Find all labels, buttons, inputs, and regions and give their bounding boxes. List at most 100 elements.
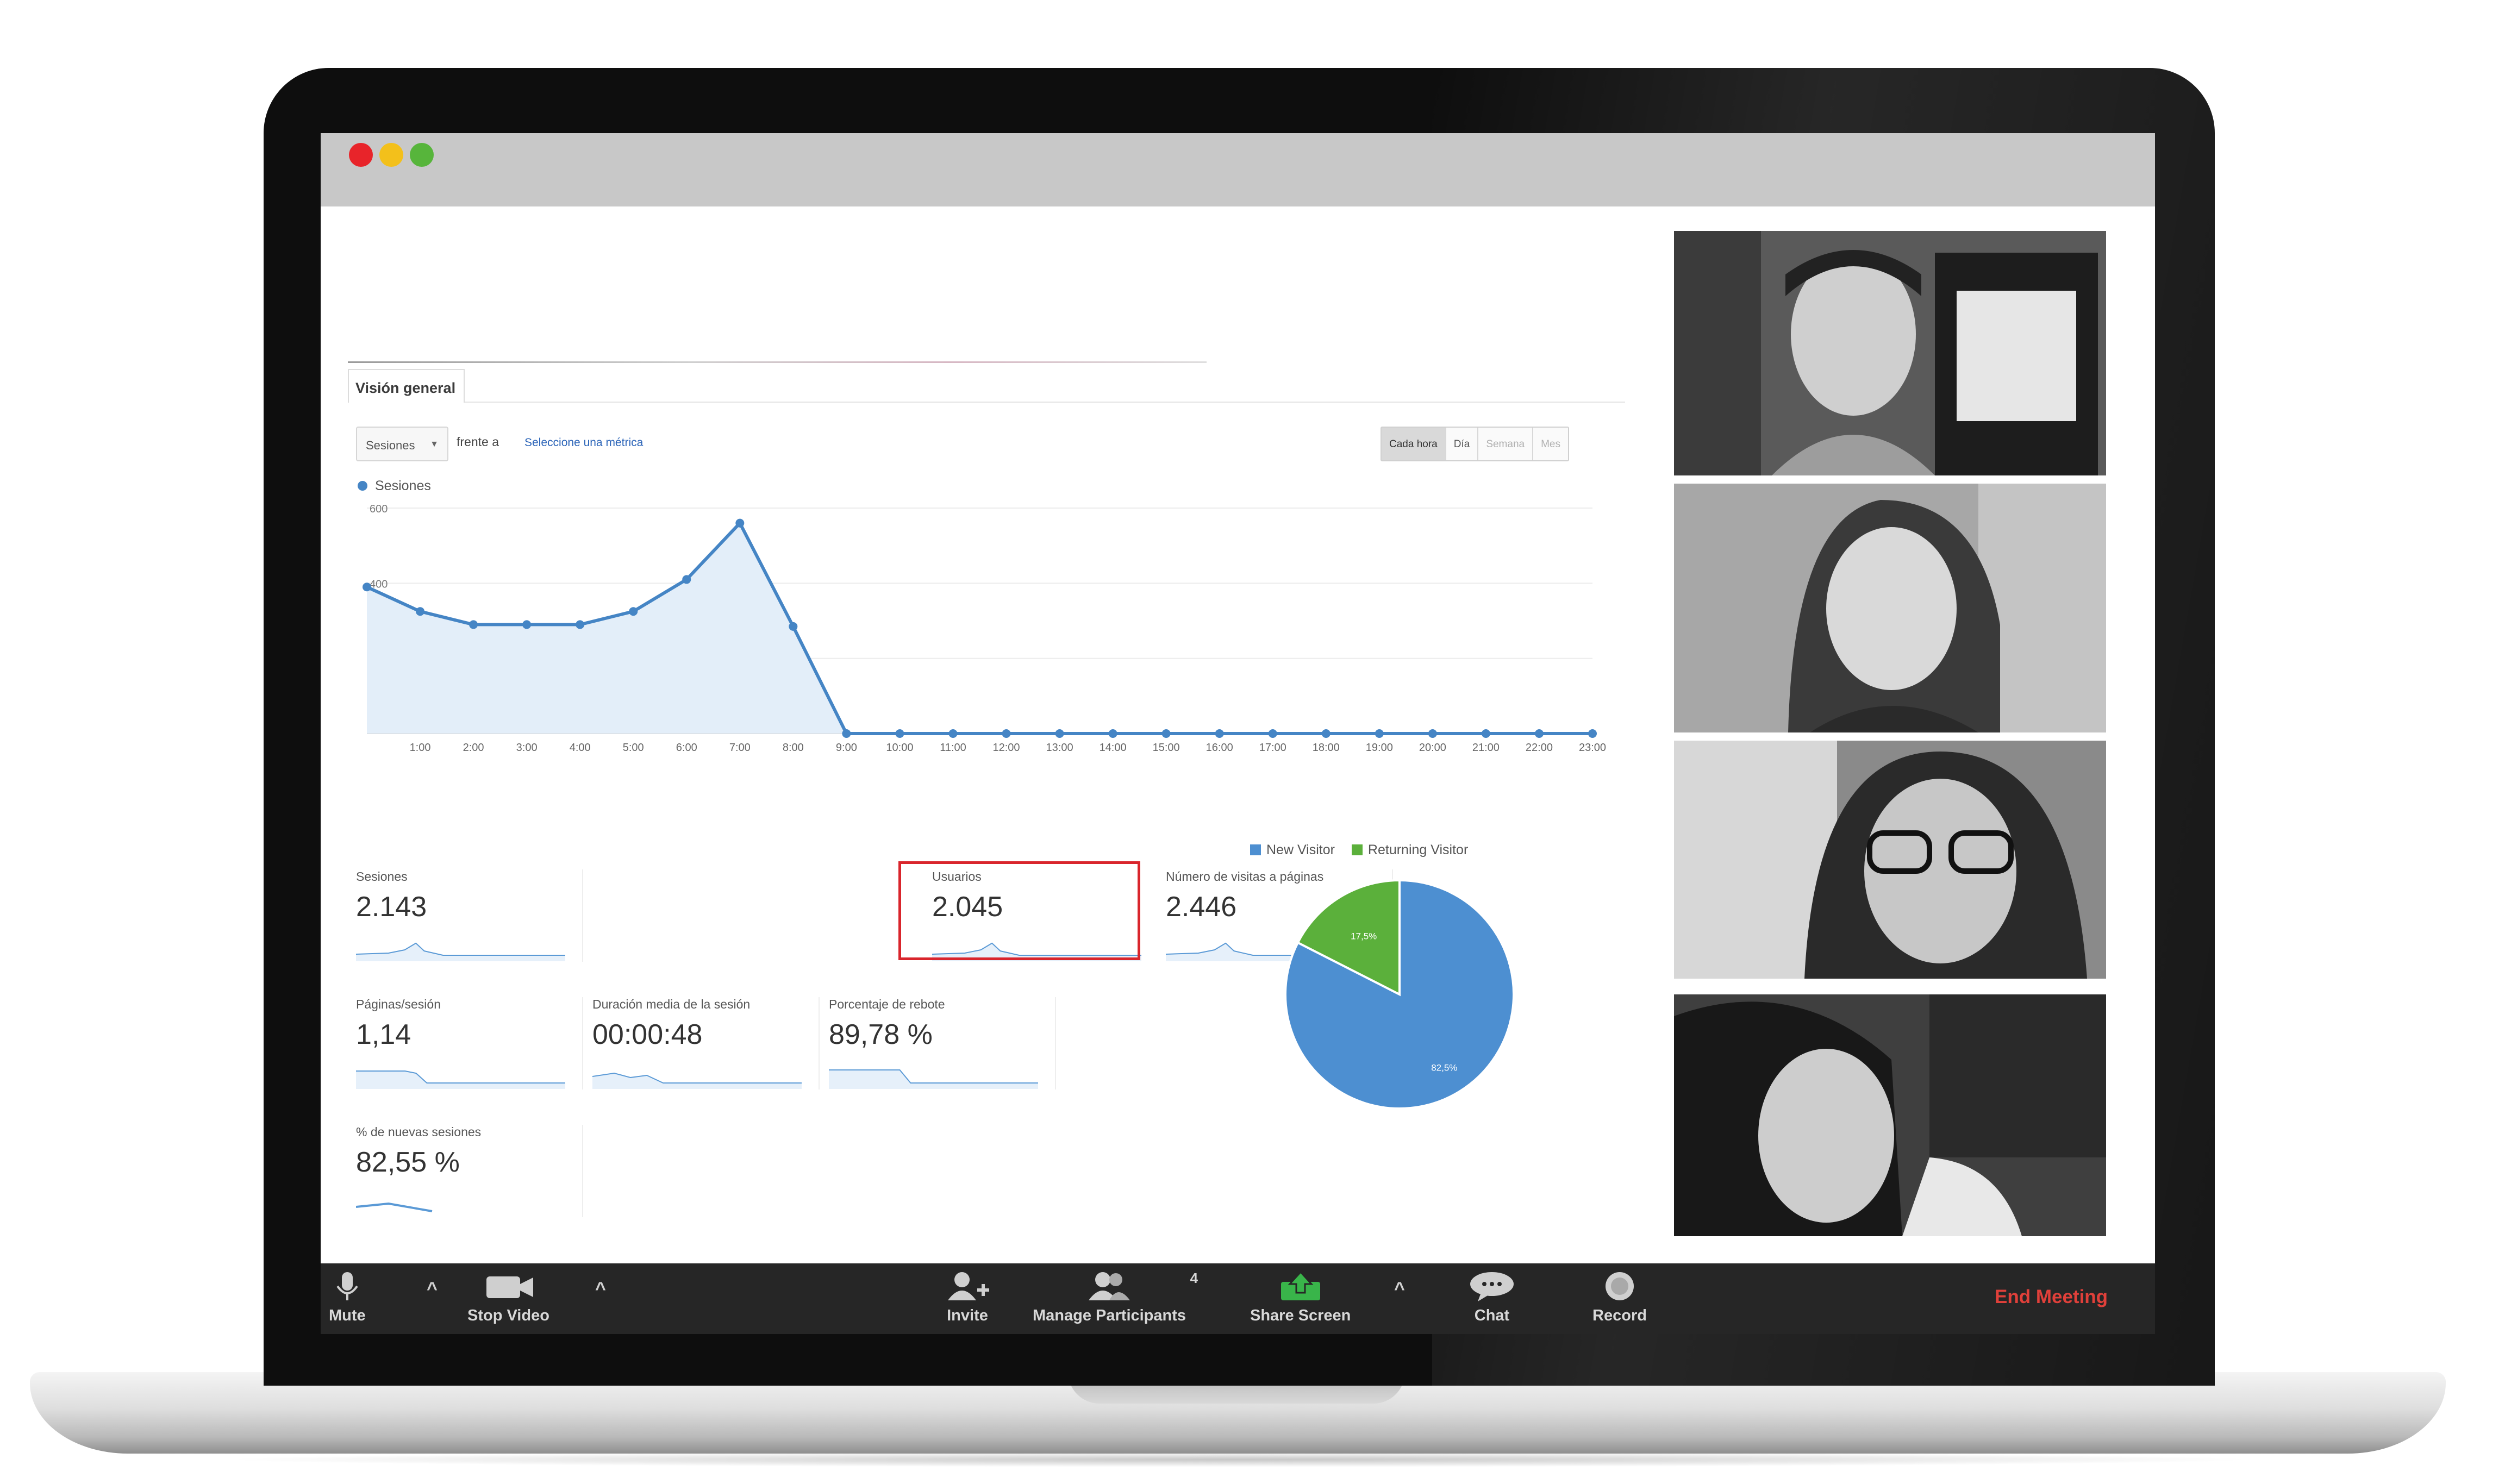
card-separator [582,869,583,962]
x-tick-label: 17:00 [1259,742,1286,754]
participant-video-tile-3[interactable] [1674,741,2106,979]
metric-select-value: Sesiones [366,439,415,452]
x-tick-label: 15:00 [1153,742,1180,754]
data-point [1161,729,1171,738]
data-point [1321,729,1331,738]
video-options-caret-icon[interactable]: ^ [595,1279,606,1300]
microphone-icon [336,1272,358,1300]
sessions-line-chart: 6004002001:002:003:004:005:006:007:008:0… [363,503,1606,754]
series-legend: Sesiones [358,478,431,494]
x-tick-label: 4:00 [570,742,591,754]
data-point [629,607,638,616]
participant-video-tile-4[interactable] [1674,994,2106,1236]
x-tick-label: 5:00 [623,742,644,754]
tab-vision-general[interactable]: Visión general [348,369,465,403]
data-point [1428,729,1437,738]
stop-video-label: Stop Video [467,1307,549,1324]
invite-label: Invite [947,1307,988,1324]
participant-video-tile-1[interactable] [1674,231,2106,475]
participant-video-tile-2[interactable] [1674,484,2106,732]
data-point [1268,729,1277,738]
share-screen-button[interactable]: Share Screen [1250,1270,1351,1325]
data-point [1534,729,1544,738]
share-options-caret-icon[interactable]: ^ [1394,1279,1405,1300]
x-tick-label: 22:00 [1526,742,1553,754]
x-tick-label: 6:00 [676,742,697,754]
select-metric-link[interactable]: Seleccione una métrica [524,436,643,449]
data-point [1375,729,1384,738]
laptop-shadow [217,1452,2261,1467]
shared-analytics-report: Visión general Sesiones ▼ frente a Selec… [348,361,1625,1217]
x-tick-label: 10:00 [886,742,913,754]
participant-avatar-icon [1674,741,2106,979]
maximize-window-button[interactable] [410,143,434,167]
card-label: Páginas/sesión [356,997,441,1011]
stop-video-button[interactable]: Stop Video [467,1270,549,1325]
close-window-button[interactable] [349,143,373,167]
card-nuevas-sesiones[interactable]: % de nuevas sesiones 82,55 % [356,1125,583,1220]
data-point [789,622,798,631]
data-point [1108,729,1117,738]
sparkline [592,1072,802,1089]
window-titlebar [321,133,2155,206]
toggle-day[interactable]: Día [1445,428,1478,460]
minimize-window-button[interactable] [379,143,403,167]
participant-count-badge: 4 [1190,1270,1198,1286]
chat-button[interactable]: Chat [1465,1270,1519,1325]
invite-user-icon [948,1272,989,1300]
data-point [363,583,371,592]
card-paginas-sesion[interactable]: Páginas/sesión 1,14 [356,997,583,1092]
x-tick-label: 11:00 [940,742,966,754]
sessions-area [367,523,1592,734]
participants-icon [1089,1272,1130,1300]
toggle-month[interactable]: Mes [1532,428,1568,460]
toggle-week[interactable]: Semana [1477,428,1533,460]
video-camera-icon [486,1276,534,1298]
x-tick-label: 8:00 [783,742,804,754]
sparkline [356,1202,433,1212]
pie-slice-label: 82,5% [1431,1062,1457,1073]
screen: Visión general Sesiones ▼ frente a Selec… [321,133,2155,1334]
data-point [522,620,532,629]
x-tick-label: 23:00 [1579,742,1606,754]
x-tick-label: 18:00 [1313,742,1340,754]
record-button[interactable]: Record [1592,1270,1647,1325]
pie-legend-new: New Visitor [1266,842,1335,857]
data-point [1588,729,1597,738]
record-icon [1606,1272,1634,1300]
caret-down-icon: ▼ [430,440,439,449]
mute-button[interactable]: Mute [329,1270,366,1325]
card-value: 2.143 [356,891,427,923]
audio-options-caret-icon[interactable]: ^ [427,1279,438,1300]
metric-select[interactable]: Sesiones ▼ [356,427,448,461]
x-tick-label: 16:00 [1206,742,1233,754]
card-porcentaje-rebote[interactable]: Porcentaje de rebote 89,78 % [829,997,1056,1092]
x-tick-label: 21:00 [1472,742,1500,754]
card-separator [1055,997,1056,1089]
card-separator [582,997,583,1089]
participant-avatar-icon [1674,484,2106,732]
x-tick-label: 9:00 [836,742,857,754]
participant-avatar-icon [1674,994,2106,1236]
card-sesiones[interactable]: Sesiones 2.143 [356,869,583,965]
data-point [1002,729,1011,738]
pie-slice-label: 17,5% [1351,931,1377,942]
x-tick-label: 2:00 [463,742,484,754]
data-point [1215,729,1224,738]
end-meeting-button[interactable]: End Meeting [1995,1286,2108,1308]
new-visitor-swatch [1250,844,1261,855]
data-point [416,607,425,616]
x-tick-label: 3:00 [516,742,538,754]
toggle-hourly[interactable]: Cada hora [1382,428,1445,460]
manage-participants-button[interactable]: Manage Participants 4 [1033,1270,1198,1325]
card-label: Sesiones [356,869,408,884]
chat-label: Chat [1474,1307,1510,1324]
share-screen-icon [1281,1270,1320,1300]
invite-button[interactable]: Invite [940,1270,995,1325]
card-label: Porcentaje de rebote [829,997,945,1011]
series-dot-icon [358,481,367,491]
x-tick-label: 13:00 [1046,742,1073,754]
card-duracion-media[interactable]: Duración media de la sesión 00:00:48 [592,997,820,1092]
share-screen-label: Share Screen [1250,1307,1351,1324]
card-value: 1,14 [356,1019,411,1050]
